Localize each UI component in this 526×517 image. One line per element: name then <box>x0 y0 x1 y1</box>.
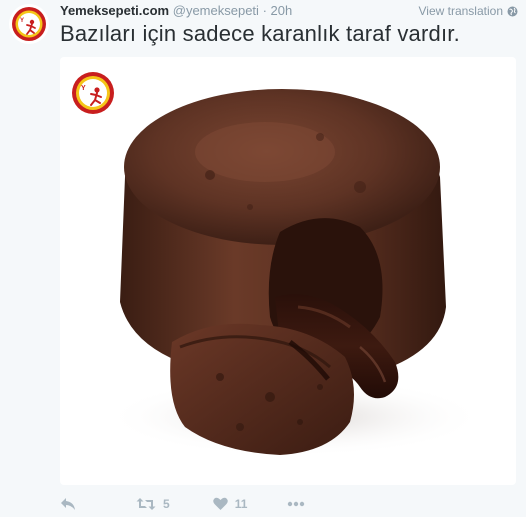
tweet-text: Bazıları için sadece karanlık taraf vard… <box>60 21 460 46</box>
svg-text:Y: Y <box>20 18 24 24</box>
like-button[interactable]: 11 <box>212 497 248 511</box>
reply-button[interactable] <box>60 497 76 511</box>
svg-text:Y: Y <box>81 85 86 92</box>
author-avatar[interactable]: Y <box>9 4 49 44</box>
reply-icon <box>61 498 75 510</box>
tweet-media[interactable]: Y <box>60 57 516 485</box>
chocolate-lava-cake-image <box>105 89 485 457</box>
yemeksepeti-logo-icon: Y <box>10 5 48 43</box>
heart-icon <box>212 497 228 510</box>
tweet-timestamp[interactable]: 20h <box>271 3 293 18</box>
retweet-icon <box>136 498 156 510</box>
like-count: 11 <box>234 497 248 511</box>
globe-icon <box>507 6 518 16</box>
tweet: Y Yemeksepeti.com @yemeksepeti · 20h Vie… <box>0 0 526 517</box>
more-icon <box>288 501 305 507</box>
author-handle[interactable]: @yemeksepeti <box>173 3 259 18</box>
retweet-button[interactable]: 5 <box>136 497 170 511</box>
view-translation-label: View translation <box>418 4 504 18</box>
author-fullname[interactable]: Yemeksepeti.com <box>60 3 169 18</box>
tweet-header: Yemeksepeti.com @yemeksepeti · 20h View … <box>60 2 518 20</box>
header-separator: · <box>262 3 267 18</box>
more-button[interactable] <box>287 501 305 507</box>
view-translation-link[interactable]: View translation <box>419 2 519 20</box>
tweet-actions: 5 11 <box>60 495 305 513</box>
retweet-count: 5 <box>163 497 170 511</box>
yemeksepeti-logo-watermark-icon: Y <box>67 62 119 124</box>
